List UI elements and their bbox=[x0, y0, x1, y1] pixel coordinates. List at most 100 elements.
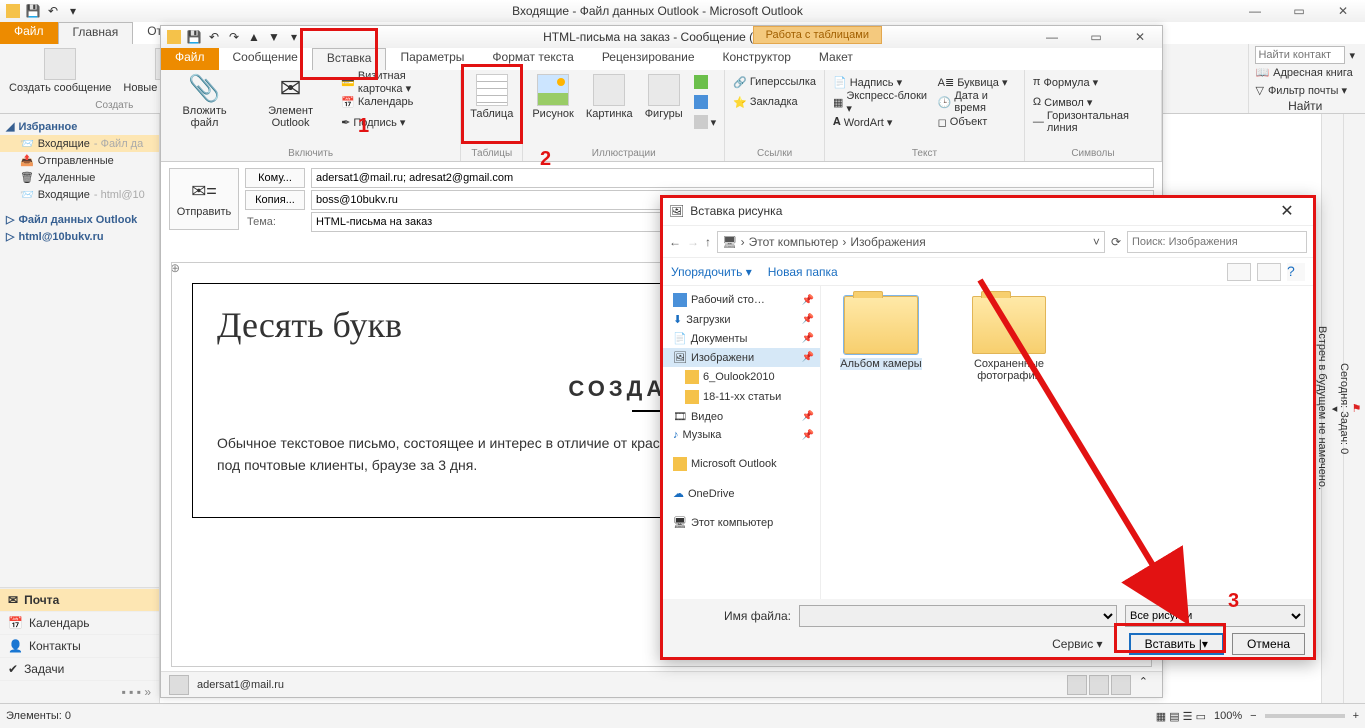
nav-back-button[interactable]: ← bbox=[669, 235, 681, 249]
navbtn-tasks[interactable]: ✔ Задачи bbox=[0, 657, 159, 680]
filename-combo[interactable] bbox=[799, 605, 1117, 627]
tree-sub-outlook2010[interactable]: 6_Oulook2010 bbox=[661, 367, 820, 387]
tree-video[interactable]: 🎞Видео📌 bbox=[661, 407, 820, 426]
nav-favorites[interactable]: ◢ Избранное bbox=[0, 118, 159, 135]
tree-pictures[interactable]: 🖼Изображени📌 bbox=[661, 348, 820, 367]
outlook-item-button[interactable]: ✉Элемент Outlook bbox=[248, 72, 333, 131]
msg-minimize-button[interactable]: — bbox=[1030, 26, 1074, 48]
shapes-button[interactable]: Фигуры bbox=[642, 72, 686, 122]
maximize-button[interactable]: ▭ bbox=[1277, 0, 1321, 22]
view-mode-button[interactable] bbox=[1227, 263, 1251, 281]
wordart-button[interactable]: 𝐀 WordArt ▾ bbox=[831, 112, 930, 132]
navbtn-mail[interactable]: ✉ Почта bbox=[0, 588, 159, 611]
minimize-button[interactable]: — bbox=[1233, 0, 1277, 22]
msg-tab-options[interactable]: Параметры bbox=[386, 48, 478, 70]
dropcap-button[interactable]: A≣ Буквица ▾ bbox=[936, 72, 1018, 92]
msg-qat-more-icon[interactable]: ▾ bbox=[285, 28, 303, 46]
tools-menu[interactable]: Сервис ▾ bbox=[1052, 637, 1102, 651]
tree-documents[interactable]: 📄Документы📌 bbox=[661, 329, 820, 348]
zoom-slider[interactable] bbox=[1265, 714, 1345, 718]
preview-pane-button[interactable] bbox=[1257, 263, 1281, 281]
send-button[interactable]: ✉=Отправить bbox=[169, 168, 239, 230]
dialog-close-button[interactable]: ✕ bbox=[1267, 201, 1307, 221]
tree-desktop[interactable]: Рабочий сто…📌 bbox=[661, 290, 820, 310]
table-tools-tab[interactable]: Работа с таблицами bbox=[753, 26, 882, 44]
navbtn-calendar[interactable]: 📅 Календарь bbox=[0, 611, 159, 634]
msg-tab-insert[interactable]: Вставка bbox=[312, 48, 387, 70]
navbtn-contacts[interactable]: 👤 Контакты bbox=[0, 634, 159, 657]
dialog-file-area[interactable]: Альбом камеры Сохраненные фотографии bbox=[821, 286, 1315, 599]
dialog-search-input[interactable] bbox=[1127, 231, 1307, 253]
screenshot-button[interactable]: ▾ bbox=[692, 112, 719, 132]
nav-up-button[interactable]: ↑ bbox=[705, 235, 711, 249]
msg-maximize-button[interactable]: ▭ bbox=[1074, 26, 1118, 48]
filter-mail-button[interactable]: ▽ Фильтр почты ▾ bbox=[1255, 82, 1355, 100]
hline-button[interactable]: — Горизонтальная линия bbox=[1031, 112, 1155, 132]
folder-camera-roll[interactable]: Альбом камеры bbox=[831, 296, 931, 370]
new-folder-button[interactable]: Новая папка bbox=[768, 265, 838, 279]
tasks-bar[interactable]: ⚑Сегодня: Задач: 0 bbox=[1343, 114, 1365, 703]
business-card-button[interactable]: 💳 Визитная карточка ▾ bbox=[339, 72, 454, 92]
zoom-out-button[interactable]: − bbox=[1250, 710, 1256, 722]
zoom-in-button[interactable]: + bbox=[1353, 710, 1359, 722]
tree-ms-outlook[interactable]: Microsoft Outlook bbox=[661, 454, 820, 474]
table-button[interactable]: Таблица bbox=[467, 72, 516, 122]
new-message-button[interactable]: Создать сообщение bbox=[6, 46, 114, 96]
qat-more-icon[interactable]: ▾ bbox=[64, 2, 82, 20]
cancel-button[interactable]: Отмена bbox=[1232, 633, 1305, 655]
filetype-combo[interactable]: Все рисунки bbox=[1125, 605, 1305, 627]
organize-button[interactable]: Упорядочить ▾ bbox=[671, 265, 752, 279]
msg-next-icon[interactable]: ▼ bbox=[265, 28, 283, 46]
smartart-button[interactable] bbox=[692, 72, 719, 92]
to-button[interactable]: Кому... bbox=[245, 168, 305, 188]
msg-tab-file[interactable]: Файл bbox=[161, 48, 219, 70]
breadcrumb[interactable]: 🖥 › Этот компьютер › Изображения˅ bbox=[717, 231, 1105, 253]
nav-inbox-2[interactable]: 📨 Входящие - html@10 bbox=[0, 186, 159, 203]
find-contact-go-icon[interactable]: ▾ bbox=[1349, 49, 1355, 62]
msg-tab-format[interactable]: Формат текста bbox=[478, 48, 587, 70]
msg-redo-icon[interactable]: ↷ bbox=[225, 28, 243, 46]
nav-refresh-button[interactable]: ⟳ bbox=[1111, 235, 1121, 249]
tree-sub-articles[interactable]: 18-11-xx статьи bbox=[661, 387, 820, 407]
nav-deleted[interactable]: 🗑 Удаленные bbox=[0, 169, 159, 186]
msg-tab-review[interactable]: Рецензирование bbox=[588, 48, 709, 70]
attach-file-button[interactable]: 📎Вложить файл bbox=[167, 72, 242, 131]
nav-account[interactable]: ▷ html@10bukv.ru bbox=[0, 228, 159, 245]
navbtn-more[interactable]: ▪ ▪ ▪ » bbox=[0, 680, 159, 703]
msg-tab-layout[interactable]: Макет bbox=[805, 48, 867, 70]
hyperlink-button[interactable]: 🔗 Гиперссылка bbox=[731, 72, 818, 92]
signature-button[interactable]: ✒ Подпись ▾ bbox=[339, 112, 454, 132]
view-icons[interactable]: ▦ ▤ ☰ ▭ bbox=[1156, 710, 1206, 723]
find-contact-input[interactable] bbox=[1255, 46, 1345, 64]
msg-tab-message[interactable]: Сообщение bbox=[219, 48, 312, 70]
equation-button[interactable]: π Формула ▾ bbox=[1031, 72, 1155, 92]
msg-save-icon[interactable]: 💾 bbox=[185, 28, 203, 46]
tab-home[interactable]: Главная bbox=[58, 22, 134, 44]
nav-sent[interactable]: 📤 Отправленные bbox=[0, 152, 159, 169]
symbol-button[interactable]: Ω Символ ▾ bbox=[1031, 92, 1155, 112]
object-button[interactable]: ◻ Объект bbox=[936, 112, 1018, 132]
quickparts-button[interactable]: ▦ Экспресс-блоки ▾ bbox=[831, 92, 930, 112]
tree-music[interactable]: ♪Музыка📌 bbox=[661, 426, 820, 444]
clipart-button[interactable]: Картинка bbox=[583, 72, 636, 122]
tree-this-pc[interactable]: 🖥Этот компьютер bbox=[661, 513, 820, 532]
address-book-button[interactable]: 📖 Адресная книга bbox=[1255, 64, 1355, 82]
msg-undo-icon[interactable]: ↶ bbox=[205, 28, 223, 46]
tree-downloads[interactable]: ⬇Загрузки📌 bbox=[661, 310, 820, 329]
folder-saved-pictures[interactable]: Сохраненные фотографии bbox=[959, 296, 1059, 382]
calendar-button[interactable]: 📅 Календарь bbox=[339, 92, 454, 112]
nav-datafile[interactable]: ▷ Файл данных Outlook bbox=[0, 211, 159, 228]
nav-forward-button[interactable]: → bbox=[687, 235, 699, 249]
qat-undo-icon[interactable]: ↶ bbox=[44, 2, 62, 20]
bookmark-button[interactable]: ⭐ Закладка bbox=[731, 92, 818, 112]
datetime-button[interactable]: 🕒 Дата и время bbox=[936, 92, 1018, 112]
msg-prev-icon[interactable]: ▲ bbox=[245, 28, 263, 46]
help-button[interactable]: ? bbox=[1287, 263, 1305, 281]
qat-save-icon[interactable]: 💾 bbox=[24, 2, 42, 20]
close-button[interactable]: ✕ bbox=[1321, 0, 1365, 22]
insert-button[interactable]: Вставить |▾ bbox=[1129, 633, 1224, 655]
table-move-handle-icon[interactable]: ⊕ bbox=[171, 262, 180, 275]
to-field[interactable] bbox=[311, 168, 1154, 188]
people-pane-expand-icon[interactable]: ⌃ bbox=[1133, 675, 1154, 695]
nav-inbox[interactable]: 📨 Входящие - Файл да bbox=[0, 135, 159, 152]
